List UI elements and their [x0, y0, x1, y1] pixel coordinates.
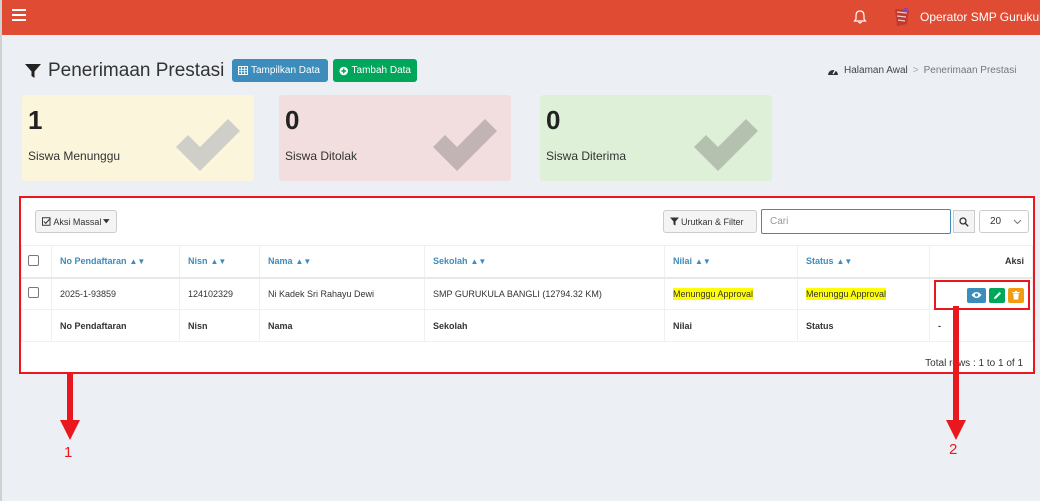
stat-box-waiting: 1 Siswa Menunggu: [22, 95, 254, 181]
stat-label: Siswa Diterima: [546, 149, 627, 163]
stat-label: Siswa Menunggu: [28, 149, 121, 163]
breadcrumb: Halaman Awal > Penerimaan Prestasi: [827, 65, 1016, 76]
footer-status: Status: [797, 309, 930, 342]
filter-icon: [670, 217, 679, 226]
column-header-nilai[interactable]: Nilai ▲▼: [664, 245, 798, 279]
table-icon: [238, 66, 248, 75]
column-header-status[interactable]: Status ▲▼: [797, 245, 930, 279]
add-data-label: Tambah Data: [351, 65, 411, 76]
annotation-arrow-1: [60, 374, 80, 440]
data-table-panel: Aksi Massal Urutkan & Filter 20: [19, 196, 1035, 374]
user-name[interactable]: Operator SMP Gurukula: [920, 10, 1040, 24]
stat-box-rejected: 0 Siswa Ditolak: [279, 95, 511, 181]
sort-filter-button[interactable]: Urutkan & Filter: [663, 210, 757, 233]
cell-status: Menunggu Approval: [797, 277, 930, 310]
stat-label: Siswa Ditolak: [285, 149, 358, 163]
show-data-button[interactable]: Tampilkan Data: [232, 59, 328, 82]
delete-button[interactable]: [1008, 287, 1024, 303]
status-highlight: Menunggu Approval: [806, 287, 887, 300]
table-footer-row: No Pendaftaran Nisn Nama Sekolah Nilai S…: [21, 309, 1033, 342]
select-all-checkbox[interactable]: [28, 254, 39, 266]
sort-icon: ▲▼: [210, 257, 227, 267]
cell-nama: Ni Kadek Sri Rahayu Dewi: [259, 277, 425, 310]
pencil-icon: [993, 291, 1001, 299]
bell-icon[interactable]: [852, 9, 868, 25]
table-row: 2025-1-93859 124102329 Ni Kadek Sri Raha…: [21, 277, 1033, 310]
page-title: Penerimaan Prestasi: [48, 60, 225, 81]
app-root: Operator SMP Gurukula Penerimaan Prestas…: [0, 0, 1040, 501]
checkbox-icon: [42, 217, 51, 226]
stat-value: 1: [28, 105, 43, 135]
plus-circle-icon: [339, 66, 349, 75]
breadcrumb-separator: >: [912, 65, 919, 76]
row-select-cell: [21, 277, 52, 310]
sort-icon: ▲▼: [129, 257, 146, 267]
check-icon: [176, 119, 240, 171]
page-size-select[interactable]: 20: [979, 210, 1029, 233]
column-header-no-pendaftaran[interactable]: No Pendaftaran ▲▼: [51, 245, 180, 279]
page-header: Penerimaan Prestasi: [24, 58, 224, 84]
sort-icon: ▲▼: [295, 257, 312, 267]
cell-nilai: Menunggu Approval: [664, 277, 798, 310]
hamburger-icon[interactable]: [12, 9, 26, 25]
eye-icon: [971, 292, 982, 298]
column-header-nisn[interactable]: Nisn ▲▼: [179, 245, 260, 279]
actions-highlight-box: [934, 279, 1030, 310]
footer-no-pendaftaran: No Pendaftaran: [51, 309, 180, 342]
stat-value: 0: [285, 105, 300, 135]
sort-icon: ▲▼: [695, 257, 711, 267]
bulk-action-button[interactable]: Aksi Massal: [35, 210, 117, 233]
footer-nama: Nama: [259, 309, 425, 342]
row-checkbox[interactable]: [28, 287, 39, 299]
cell-actions: [929, 277, 1033, 310]
user-avatar-icon[interactable]: [892, 6, 912, 28]
dashboard-icon: [828, 69, 838, 75]
top-navbar: Operator SMP Gurukula: [2, 0, 1040, 35]
add-data-button[interactable]: Tambah Data: [333, 59, 417, 82]
cell-sekolah: SMP GURUKULA BANGLI (12794.32 KM): [424, 277, 665, 310]
footer-nisn: Nisn: [179, 309, 260, 342]
check-icon: [433, 119, 497, 171]
annotation-label-1: 1: [64, 444, 73, 461]
breadcrumb-home[interactable]: Halaman Awal: [844, 65, 908, 76]
footer-sekolah: Sekolah: [424, 309, 665, 342]
trash-icon: [1012, 290, 1020, 299]
annotation-arrow-2: [946, 306, 966, 440]
nilai-highlight: Menunggu Approval: [673, 287, 754, 300]
view-button[interactable]: [967, 287, 986, 303]
search-input[interactable]: [761, 209, 951, 234]
footer-empty-cell: [21, 309, 52, 342]
stat-box-accepted: 0 Siswa Diterima: [540, 95, 772, 181]
cell-nisn: 124102329: [179, 277, 260, 310]
column-header-sekolah[interactable]: Sekolah ▲▼: [424, 245, 665, 279]
check-icon: [694, 119, 758, 171]
bulk-action-label: Aksi Massal: [53, 216, 102, 227]
search-icon: [959, 216, 969, 227]
column-header-nama[interactable]: Nama ▲▼: [259, 245, 425, 279]
data-table: No Pendaftaran ▲▼ Nisn ▲▼ Nama ▲▼ Sekolah ▲▼…: [21, 245, 1033, 342]
sort-icon: ▲▼: [470, 257, 487, 267]
sort-icon: ▲▼: [836, 257, 853, 267]
footer-nilai: Nilai: [664, 309, 798, 342]
sort-filter-label: Urutkan & Filter: [681, 216, 744, 227]
page-size-value: 20: [990, 216, 1002, 227]
breadcrumb-current: Penerimaan Prestasi: [923, 65, 1017, 76]
filter-icon: [25, 64, 41, 78]
column-header-aksi: Aksi: [929, 245, 1033, 279]
show-data-label: Tampilkan Data: [251, 65, 320, 76]
chevron-down-icon: [1013, 219, 1022, 225]
annotation-label-2: 2: [949, 441, 958, 458]
total-rows-text: Total rows : 1 to 1 of 1: [925, 358, 1023, 369]
cell-no-pendaftaran: 2025-1-93859: [51, 277, 180, 310]
edit-button[interactable]: [989, 287, 1005, 303]
stat-value: 0: [546, 105, 561, 135]
caret-down-icon: [103, 219, 110, 224]
search-button[interactable]: [953, 210, 975, 233]
table-header-row: No Pendaftaran ▲▼ Nisn ▲▼ Nama ▲▼ Sekolah ▲▼…: [21, 245, 1033, 279]
footer-aksi: -: [929, 309, 1033, 342]
select-all-cell: [21, 245, 52, 279]
